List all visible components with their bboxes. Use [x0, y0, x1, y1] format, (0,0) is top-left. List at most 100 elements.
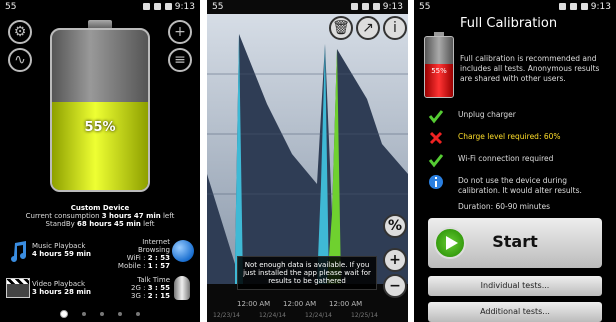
- share-icon[interactable]: ↗: [356, 16, 380, 40]
- video-value: 3 hours 28 min: [32, 288, 91, 296]
- page-title: Full Calibration: [460, 16, 558, 31]
- graph-icon[interactable]: ∿: [8, 48, 32, 72]
- wifi-icon: [558, 3, 566, 10]
- zoom-in-button[interactable]: +: [383, 248, 407, 272]
- page-dot[interactable]: [100, 312, 104, 316]
- step-text: Duration: 60-90 minutes: [458, 202, 551, 211]
- talk-3g-value: 2 : 15: [147, 292, 170, 300]
- info-icon: [429, 175, 443, 189]
- step-text: Wi-Fi connection required: [458, 154, 554, 163]
- trash-icon[interactable]: 🗑: [329, 16, 353, 40]
- current-consumption-line: Current consumption 3 hours 47 min left: [0, 212, 200, 220]
- time-axis-label: 12:00 AM: [237, 300, 271, 308]
- status-time: 9:13: [174, 2, 195, 12]
- signal-icon: [153, 3, 161, 10]
- talk-2g-label: 2G :: [131, 284, 146, 292]
- battery-percent-label: 55%: [84, 120, 116, 135]
- music-note-icon: [6, 240, 30, 264]
- page-indicator: [60, 310, 140, 318]
- step-text: Unplug charger: [458, 110, 516, 119]
- status-battery-number: 55: [5, 2, 17, 12]
- status-time: 9:13: [590, 2, 611, 12]
- battery-overview-screen: 55 9:13 ⚙ ∿ + ≡ 55% Custom Device Curren…: [0, 0, 200, 322]
- battery-cap: [88, 20, 112, 28]
- status-bar: 55 9:13: [0, 0, 200, 14]
- talk-label: Talk Time: [137, 276, 170, 284]
- start-button-label: Start: [492, 232, 538, 251]
- standby-value: 68 hours 45 min: [77, 220, 141, 228]
- page-dot[interactable]: [118, 312, 122, 316]
- additional-tests-button[interactable]: Additional tests...: [428, 302, 602, 322]
- music-label: Music Playback: [32, 242, 86, 250]
- start-calibration-button[interactable]: Start: [428, 218, 602, 268]
- battery-graphic: 55%: [50, 20, 150, 192]
- not-enough-data-message: Not enough data is available. If you jus…: [237, 256, 377, 290]
- settings-gear-icon[interactable]: ⚙: [8, 20, 32, 44]
- mobile-label: Mobile :: [117, 262, 146, 270]
- date-axis-label: 12/23/14: [213, 312, 240, 319]
- current-suffix: left: [162, 212, 175, 220]
- signal-icon: [361, 3, 369, 10]
- internet-label: Internet Browsing: [137, 238, 170, 254]
- internet-browsing-info: Internet Browsing WiFi : 2 : 53 Mobile :…: [112, 238, 170, 270]
- step-text: Do not use the device during calibration…: [458, 176, 582, 195]
- green-check-icon: [428, 110, 444, 124]
- percent-toggle-button[interactable]: %: [383, 214, 407, 238]
- film-clapper-icon: [6, 278, 30, 298]
- talk-time-info: Talk Time 2G : 3 : 55 3G : 2 : 15: [112, 276, 170, 300]
- wifi-icon: [142, 3, 150, 10]
- full-calibration-screen: 55 9:13 Full Calibration 55% Full calibr…: [414, 0, 616, 322]
- status-time: 9:13: [382, 2, 403, 12]
- standby-line: StandBy 68 hours 45 min left: [0, 220, 200, 228]
- battery-icon: [164, 3, 172, 10]
- battery-history-chart[interactable]: [207, 14, 408, 284]
- standby-label: StandBy: [45, 220, 75, 228]
- standby-suffix: left: [143, 220, 155, 228]
- current-label: Current consumption: [25, 212, 100, 220]
- battery-body: 55%: [50, 28, 150, 192]
- video-label: Video Playback: [32, 280, 86, 288]
- step-text-warning: Charge level required: 60%: [458, 132, 561, 141]
- wifi-label: WiFi :: [126, 254, 146, 262]
- calibration-battery-graphic: 55%: [424, 32, 454, 98]
- music-playback-info: Music Playback 4 hours 59 min: [32, 242, 91, 258]
- date-axis-label: 12/24/14: [305, 312, 332, 319]
- signal-icon: [569, 3, 577, 10]
- device-name: Custom Device: [70, 204, 130, 212]
- page-dot[interactable]: [82, 312, 86, 316]
- status-battery-number: 55: [212, 2, 224, 12]
- battery-level-fill: [52, 102, 148, 190]
- status-bar: 55 9:13: [414, 0, 616, 14]
- individual-tests-button[interactable]: Individual tests...: [428, 276, 602, 296]
- battery-history-screen: 55 9:13 🗑 ↗ i % + − Not enough data is a…: [207, 0, 408, 322]
- date-axis-label: 12/24/14: [259, 312, 286, 319]
- time-axis-label: 12:00 AM: [283, 300, 317, 308]
- date-axis-label: 12/25/14: [351, 312, 378, 319]
- page-dot[interactable]: [136, 312, 140, 316]
- consumption-summary: Custom Device Current consumption 3 hour…: [0, 204, 200, 228]
- info-icon[interactable]: i: [383, 16, 407, 40]
- zoom-out-button[interactable]: −: [383, 274, 407, 298]
- mobile-value: 1 : 57: [147, 262, 170, 270]
- music-value: 4 hours 59 min: [32, 250, 91, 258]
- video-playback-info: Video Playback 3 hours 28 min: [32, 280, 91, 296]
- battery-icon: [372, 3, 380, 10]
- status-battery-number: 55: [419, 2, 431, 12]
- wifi-value: 2 : 53: [147, 254, 170, 262]
- wifi-icon: [350, 3, 358, 10]
- green-check-icon: [428, 154, 444, 168]
- talk-3g-label: 3G :: [131, 292, 146, 300]
- current-value: 3 hours 47 min: [101, 212, 161, 220]
- status-bar: 55 9:13: [207, 0, 408, 14]
- page-dot-active[interactable]: [60, 310, 68, 318]
- add-plus-icon[interactable]: +: [168, 20, 192, 44]
- calibration-description: Full calibration is recommended and incl…: [460, 54, 600, 83]
- time-axis-label: 12:00 AM: [329, 300, 363, 308]
- red-x-icon: [429, 131, 443, 145]
- calibration-battery-percent: 55%: [431, 67, 447, 75]
- microphone-icon: [174, 276, 190, 300]
- globe-icon: [172, 240, 194, 262]
- talk-2g-value: 3 : 55: [147, 284, 170, 292]
- menu-lines-icon[interactable]: ≡: [168, 48, 192, 72]
- battery-icon: [580, 3, 588, 10]
